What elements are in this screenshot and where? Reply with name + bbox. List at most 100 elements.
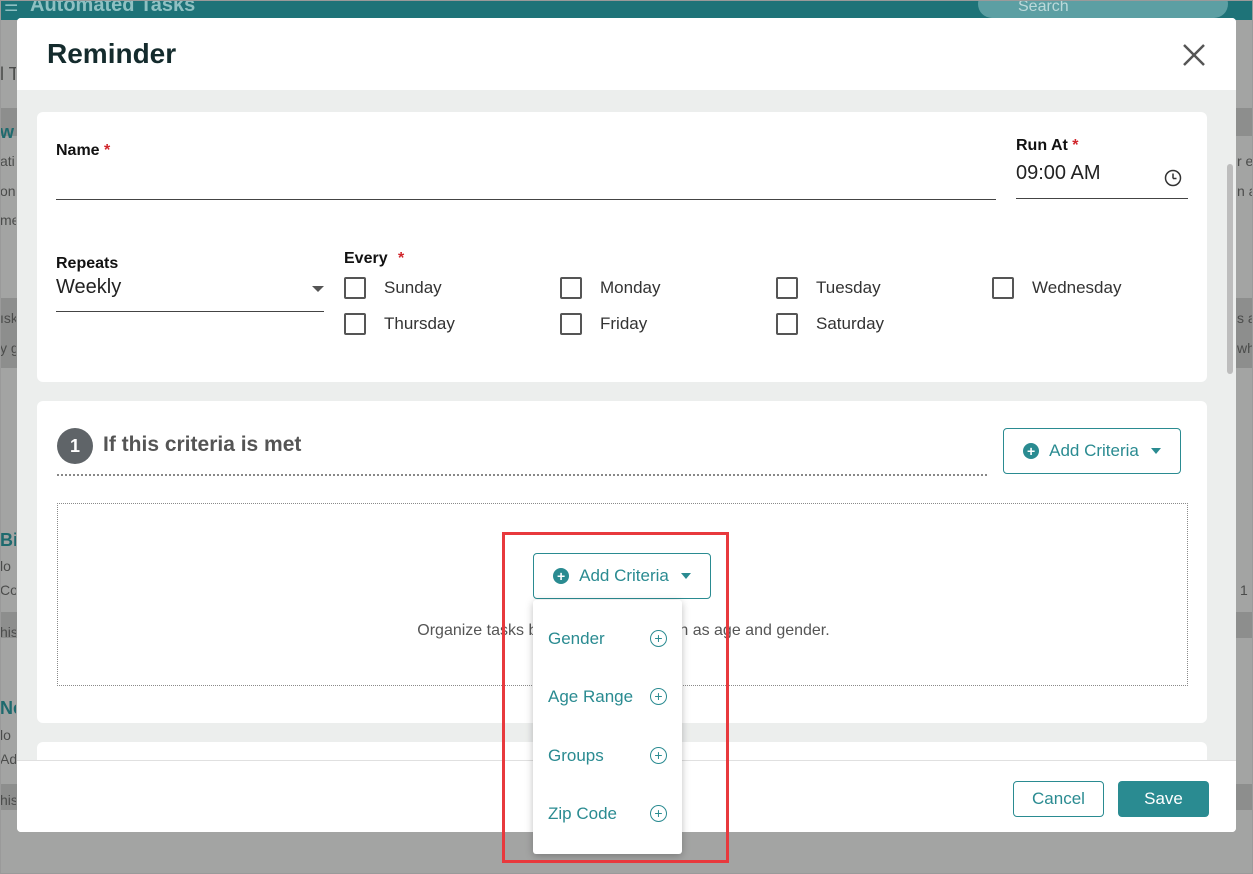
clock-icon[interactable] (1164, 169, 1182, 187)
checkbox[interactable] (344, 313, 366, 335)
option-label: Zip Code (548, 804, 617, 823)
checkbox[interactable] (992, 277, 1014, 299)
day-checkbox-wednesday[interactable]: Wednesday (992, 277, 1121, 299)
criteria-option-groups[interactable]: Groups + (533, 736, 682, 776)
modal-title: Reminder (47, 38, 177, 69)
close-icon (1183, 44, 1205, 66)
background-snippet: 1 (1240, 582, 1248, 598)
day-label: Thursday (384, 314, 455, 333)
add-criteria-button[interactable]: + Add Criteria (533, 553, 711, 599)
run-at-label-text: Run At (1016, 137, 1068, 154)
background-app-title: Automated Tasks (30, 0, 196, 16)
background-search-placeholder: Search (1018, 0, 1069, 15)
background-snippet: his (0, 624, 16, 640)
repeats-label: Repeats (56, 255, 119, 272)
run-at-input[interactable]: 09:00 AM (1016, 158, 1188, 198)
day-checkbox-thursday[interactable]: Thursday (344, 313, 455, 335)
background-app-header: ☰ Automated Tasks Search (0, 0, 1253, 20)
checkbox[interactable] (560, 277, 582, 299)
background-snippet: wh (1237, 340, 1253, 356)
run-at-value: 09:00 AM (1016, 162, 1101, 184)
day-label: Friday (600, 314, 648, 333)
background-snippet: s a (1237, 310, 1253, 326)
run-at-label: Run At * (1016, 137, 1079, 155)
background-snippet: ati (0, 153, 15, 169)
criteria-title: If this criteria is met (103, 433, 302, 456)
background-search-input: Search (978, 0, 1228, 18)
name-input[interactable] (56, 162, 996, 198)
menu-icon: ☰ (4, 0, 19, 15)
day-label: Monday (600, 278, 661, 297)
background-snippet: lo (0, 727, 11, 743)
day-checkbox-saturday[interactable]: Saturday (776, 313, 884, 335)
day-checkbox-tuesday[interactable]: Tuesday (776, 277, 881, 299)
cancel-button[interactable]: Cancel (1013, 781, 1104, 817)
add-circle-icon: + (650, 805, 667, 822)
background-snippet: me (0, 212, 16, 228)
background-snippet: n a (1237, 183, 1253, 199)
required-mark: * (104, 142, 111, 159)
caret-down-icon (680, 573, 691, 579)
background-snippet: one (0, 183, 16, 199)
repeats-select[interactable]: Weekly (56, 272, 324, 310)
name-underline (56, 199, 996, 200)
day-label: Sunday (384, 278, 442, 297)
add-criteria-button-header[interactable]: + Add Criteria (1003, 428, 1181, 474)
step-badge: 1 (57, 428, 93, 464)
caret-down-icon (1150, 448, 1161, 454)
plus-circle-icon: + (553, 568, 570, 584)
add-circle-icon: + (650, 747, 667, 764)
option-label: Age Range (548, 687, 634, 706)
chevron-down-icon (312, 286, 324, 292)
criteria-empty-text-right: n as age and gender. (679, 622, 830, 639)
background-snippet: his (0, 792, 16, 808)
background-snippet: w (0, 122, 15, 142)
background-snippet: Cor (0, 582, 16, 598)
background-snippet: y g (0, 340, 16, 356)
day-checkbox-friday[interactable]: Friday (560, 313, 647, 335)
option-label: Gender (548, 629, 605, 648)
day-label: Wednesday (1032, 278, 1122, 297)
add-criteria-dropdown: Gender + Age Range + Groups + Zip Code + (533, 600, 682, 854)
close-button[interactable] (1179, 40, 1209, 70)
criteria-option-zip-code[interactable]: Zip Code + (533, 794, 682, 834)
criteria-option-gender[interactable]: Gender + (533, 619, 682, 659)
criteria-empty-text-left: Organize tasks b (417, 622, 538, 639)
day-label: Saturday (816, 314, 885, 333)
modal-header: Reminder (17, 18, 1236, 90)
every-label: Every * (344, 250, 404, 268)
day-checkbox-monday[interactable]: Monday (560, 277, 660, 299)
background-snippet: Ado (0, 751, 16, 767)
run-at-underline (1016, 198, 1188, 199)
option-label: Groups (548, 746, 604, 765)
add-criteria-label: Add Criteria (579, 566, 669, 585)
background-snippet: l T (0, 64, 16, 84)
day-checkbox-sunday[interactable]: Sunday (344, 277, 442, 299)
background-snippet: r e (1237, 153, 1253, 169)
criteria-option-age-range[interactable]: Age Range + (533, 677, 682, 717)
every-label-text: Every (344, 250, 388, 267)
required-mark: * (398, 250, 405, 267)
add-circle-icon: + (650, 630, 667, 647)
required-mark: * (1072, 137, 1079, 154)
plus-circle-icon: + (1023, 443, 1040, 459)
background-snippet: Ne (0, 698, 16, 718)
name-label: Name * (56, 142, 110, 160)
background-snippet: lo (0, 558, 11, 574)
schedule-card: Name * Run At * 09:00 AM Repeats Weekly … (37, 112, 1207, 382)
checkbox[interactable] (776, 313, 798, 335)
repeats-underline (56, 311, 324, 312)
checkbox[interactable] (560, 313, 582, 335)
scrollbar[interactable] (1227, 164, 1233, 374)
checkbox[interactable] (776, 277, 798, 299)
repeats-value: Weekly (56, 276, 122, 298)
add-criteria-label: Add Criteria (1049, 441, 1139, 460)
background-snippet: Bir (0, 530, 16, 550)
background-snippet: ısk (0, 310, 16, 326)
day-label: Tuesday (816, 278, 881, 297)
name-label-text: Name (56, 142, 100, 159)
add-circle-icon: + (650, 688, 667, 705)
checkbox[interactable] (344, 277, 366, 299)
save-button[interactable]: Save (1118, 781, 1209, 817)
criteria-divider (57, 474, 987, 476)
